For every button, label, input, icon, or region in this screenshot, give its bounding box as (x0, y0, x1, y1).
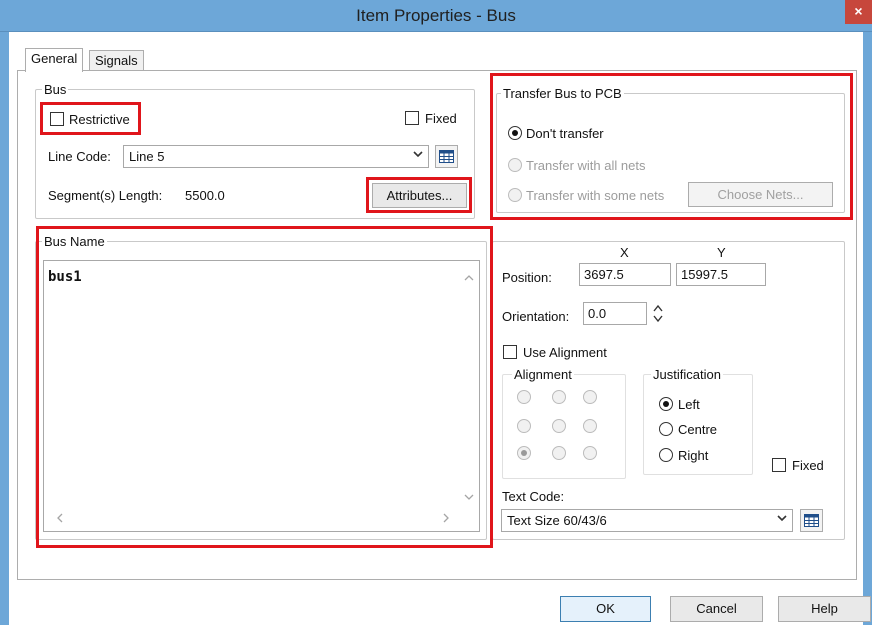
text-code-select[interactable]: Text Size 60/43/6 (501, 509, 793, 532)
scroll-right-icon[interactable] (442, 513, 450, 523)
radio-transfer-some-nets[interactable] (508, 188, 522, 202)
alignment-top-right[interactable] (583, 390, 597, 404)
position-x-field[interactable]: 3697.5 (579, 263, 671, 286)
alignment-group-title: Alignment (512, 367, 574, 382)
help-button[interactable]: Help (778, 596, 871, 622)
tab-general[interactable]: General (25, 48, 84, 72)
orientation-field[interactable]: 0.0 (583, 302, 647, 325)
tab-signals-label: Signals (95, 53, 138, 68)
text-code-table-button[interactable] (800, 509, 823, 532)
table-grid-icon (804, 514, 819, 527)
radio-transfer-some-nets-label: Transfer with some nets (526, 188, 665, 203)
tab-signals[interactable]: Signals (89, 50, 144, 72)
bus-name-textarea[interactable]: bus1 (43, 260, 480, 532)
radio-transfer-all-nets[interactable] (508, 158, 522, 172)
tab-general-label: General (31, 51, 78, 66)
chevron-down-icon (411, 149, 425, 164)
segment-length-label: Segment(s) Length: (48, 188, 163, 203)
transfer-bus-group-title: Transfer Bus to PCB (501, 86, 624, 101)
radio-dont-transfer[interactable] (508, 126, 522, 140)
text-fixed-checkbox[interactable] (772, 458, 786, 472)
justification-right-label: Right (678, 448, 709, 463)
scroll-up-icon[interactable] (464, 274, 474, 282)
orientation-value: 0.0 (588, 306, 607, 321)
radio-transfer-all-nets-label: Transfer with all nets (526, 158, 646, 173)
alignment-middle-right[interactable] (583, 419, 597, 433)
justification-left-label: Left (678, 397, 700, 412)
radio-dont-transfer-label: Don't transfer (526, 126, 604, 141)
restrictive-checkbox[interactable] (50, 112, 64, 126)
help-button-label: Help (811, 601, 838, 616)
bus-name-group-title: Bus Name (42, 234, 107, 249)
line-code-select[interactable]: Line 5 (123, 145, 429, 168)
justification-centre-label: Centre (678, 422, 718, 437)
position-label: Position: (502, 270, 552, 285)
line-code-table-button[interactable] (435, 145, 458, 168)
close-button[interactable]: × (845, 0, 872, 24)
use-alignment-checkbox[interactable] (503, 345, 517, 359)
table-grid-icon (439, 150, 454, 163)
choose-nets-button-label: Choose Nets... (717, 187, 804, 202)
position-x-value: 3697.5 (584, 267, 624, 282)
justification-centre-radio[interactable] (659, 422, 673, 436)
use-alignment-label: Use Alignment (523, 345, 607, 360)
window-frame-right (863, 32, 872, 625)
position-y-value: 15997.5 (681, 267, 728, 282)
segment-length-value: 5500.0 (185, 188, 225, 203)
alignment-bottom-right[interactable] (583, 446, 597, 460)
position-y-field[interactable]: 15997.5 (676, 263, 766, 286)
line-code-value: Line 5 (129, 149, 165, 164)
window-title: Item Properties - Bus (356, 6, 516, 25)
line-code-label: Line Code: (48, 149, 111, 164)
choose-nets-button[interactable]: Choose Nets... (688, 182, 833, 207)
alignment-bottom-left[interactable] (517, 446, 531, 460)
bus-name-text: bus1 (48, 269, 82, 285)
text-fixed-label: Fixed (792, 458, 824, 473)
attributes-button-label: Attributes... (386, 188, 453, 203)
scroll-left-icon[interactable] (56, 513, 64, 523)
alignment-top-center[interactable] (552, 390, 566, 404)
orientation-label: Orientation: (502, 309, 570, 324)
alignment-top-left[interactable] (517, 390, 531, 404)
cancel-button[interactable]: Cancel (670, 596, 763, 622)
ok-button-label: OK (596, 601, 615, 616)
window-frame-left (0, 32, 9, 625)
bus-fixed-checkbox[interactable] (405, 111, 419, 125)
y-column-header: Y (717, 245, 726, 260)
close-icon: × (854, 3, 863, 19)
alignment-middle-left[interactable] (517, 419, 531, 433)
alignment-bottom-center[interactable] (552, 446, 566, 460)
alignment-middle-center[interactable] (552, 419, 566, 433)
chevron-down-icon (775, 513, 789, 528)
scroll-down-icon[interactable] (464, 493, 474, 501)
restrictive-label: Restrictive (69, 112, 130, 127)
text-code-value: Text Size 60/43/6 (507, 513, 607, 528)
attributes-button[interactable]: Attributes... (372, 183, 467, 208)
justification-right-radio[interactable] (659, 448, 673, 462)
justification-group-title: Justification (651, 367, 723, 382)
ok-button[interactable]: OK (560, 596, 651, 622)
cancel-button-label: Cancel (696, 601, 737, 616)
justification-left-radio[interactable] (659, 397, 673, 411)
bus-group-title: Bus (42, 82, 69, 97)
bus-fixed-label: Fixed (425, 111, 457, 126)
spinner-arrows-icon[interactable] (652, 303, 664, 325)
text-code-label: Text Code: (502, 489, 565, 504)
x-column-header: X (620, 245, 629, 260)
